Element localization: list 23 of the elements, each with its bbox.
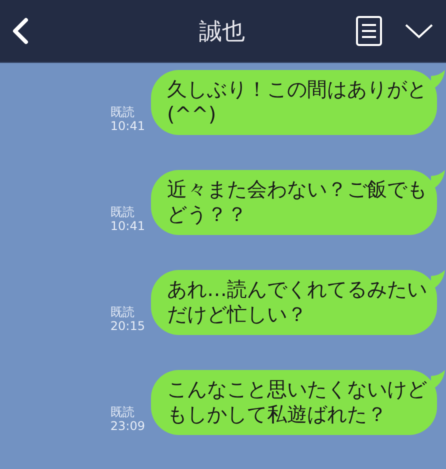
- chevron-down-icon: [404, 22, 434, 40]
- back-icon: [10, 17, 30, 45]
- notes-button[interactable]: [356, 16, 382, 46]
- message-time: 20:15: [110, 319, 145, 333]
- message-time: 23:09: [110, 419, 145, 433]
- read-receipt: 既読: [110, 205, 134, 219]
- read-receipt: 既読: [110, 305, 134, 319]
- message-bubble: 久しぶり！この間はありがと(^^): [151, 70, 437, 135]
- bubble-tail-icon: [431, 270, 445, 290]
- bubble-tail-icon: [431, 370, 445, 390]
- read-receipt: 既読: [110, 405, 134, 419]
- message-time: 10:41: [110, 219, 145, 233]
- message-bubble: こんなこと思いたくないけどもしかして私遊ばれた？: [151, 370, 437, 435]
- message-bubble: 近々また会わない？ご飯でもどう？？: [151, 170, 437, 235]
- menu-toggle-button[interactable]: [404, 22, 434, 40]
- bubble-tail-icon: [431, 170, 445, 190]
- read-receipt: 既読: [110, 105, 134, 119]
- message-time: 10:41: [110, 119, 145, 133]
- chat-title: 誠也: [198, 18, 246, 46]
- bubble-tail-icon: [431, 70, 445, 90]
- back-button[interactable]: [10, 17, 30, 45]
- message-bubble: あれ…読んでくれてるみたいだけど忙しい？: [151, 270, 437, 335]
- list-icon: [356, 16, 382, 46]
